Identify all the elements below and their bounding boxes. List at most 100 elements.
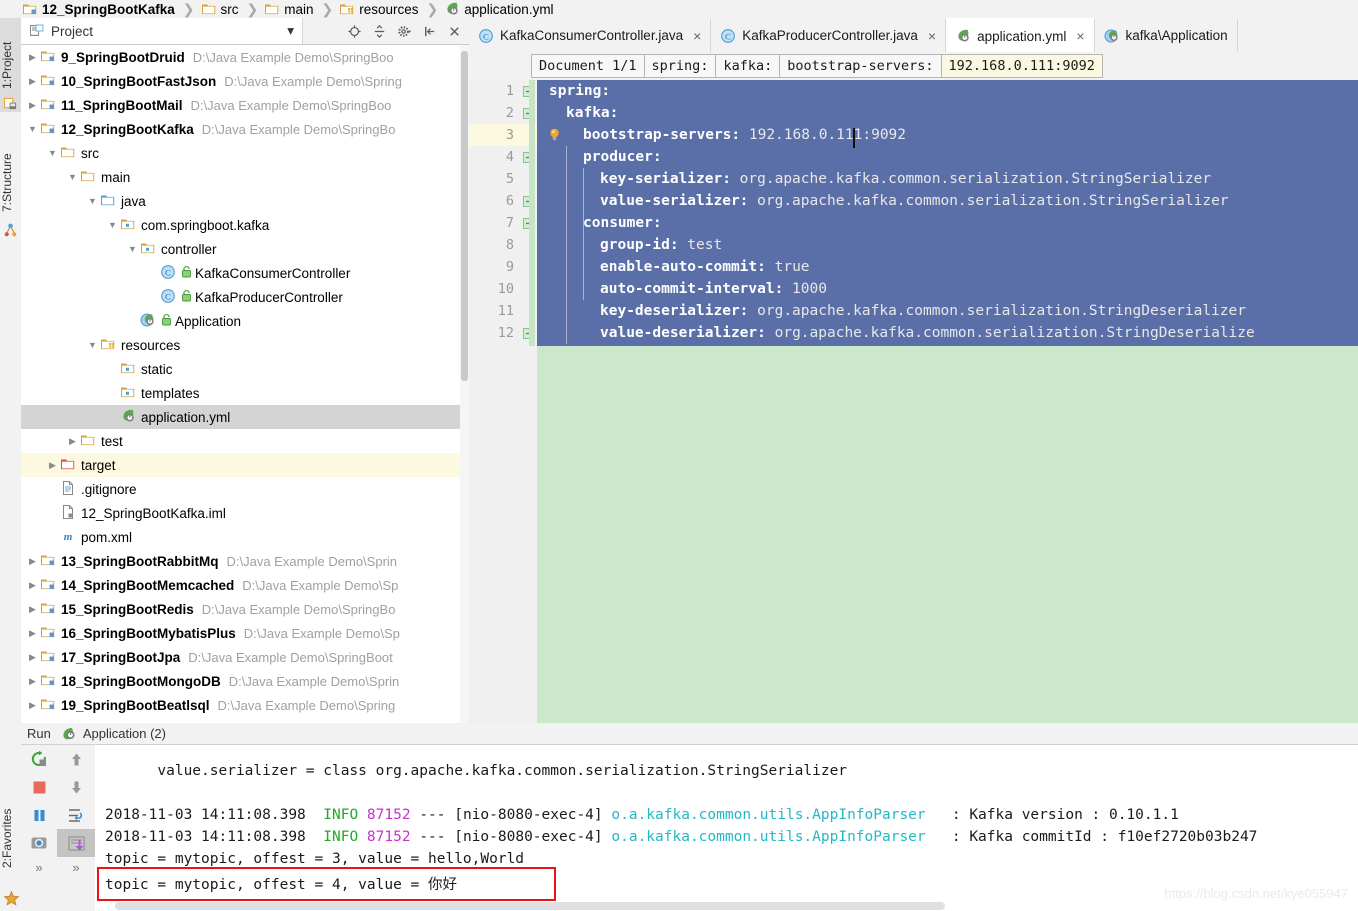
tree-row[interactable]: 12_SpringBootKafka.iml <box>21 501 469 525</box>
editor-tab-3[interactable]: kafka\Application <box>1094 19 1238 52</box>
tree-row[interactable]: ▶ target <box>21 453 469 477</box>
hide-icon[interactable] <box>421 23 437 39</box>
code-line[interactable]: spring: <box>549 80 610 102</box>
tree-row[interactable]: static <box>21 357 469 381</box>
console-hscrollbar-thumb[interactable] <box>115 902 945 910</box>
scroll-down-icon[interactable] <box>57 773 95 801</box>
gutter-line[interactable]: 12 <box>469 322 537 344</box>
tree-row[interactable]: ▼ controller <box>21 237 469 261</box>
pause-icon[interactable] <box>21 801 57 829</box>
project-tree-scrollbar-track[interactable] <box>460 45 469 723</box>
stop-icon[interactable] <box>21 773 57 801</box>
tree-row[interactable]: ▼ java <box>21 189 469 213</box>
gear-icon[interactable] <box>396 23 412 39</box>
code-line[interactable]: key-serializer: org.apache.kafka.common.… <box>600 168 1211 190</box>
tree-twisty-icon[interactable]: ▼ <box>125 244 140 254</box>
breadcrumb-item-1[interactable]: src ❯ <box>201 0 265 18</box>
tree-twisty-icon[interactable]: ▶ <box>25 628 40 639</box>
gutter-line[interactable]: 6 <box>469 190 537 212</box>
gutter-line[interactable]: 2 <box>469 102 537 124</box>
code-content[interactable]: spring: kafka: bootstrap-servers: 192.168.… <box>537 80 1358 723</box>
code-line[interactable]: group-id: test <box>600 234 722 256</box>
code-line[interactable]: kafka: <box>566 102 618 124</box>
tree-twisty-icon[interactable]: ▼ <box>25 124 40 134</box>
tree-row[interactable]: ▼ 12_SpringBootKafka D:\Java Example Demo\… <box>21 117 469 141</box>
tree-row-selected[interactable]: application.yml <box>21 405 469 429</box>
breadcrumb-item-4[interactable]: application.yml <box>444 0 554 18</box>
tree-row[interactable]: templates <box>21 381 469 405</box>
editor-breadcrumb-0[interactable]: Document 1/1 <box>531 54 645 78</box>
gutter-line[interactable]: 11 <box>469 300 537 322</box>
gutter-line[interactable]: 9 <box>469 256 537 278</box>
tree-row[interactable]: Application <box>21 309 469 333</box>
breadcrumb-item-3[interactable]: resources ❯ <box>339 0 444 18</box>
editor-breadcrumb-2[interactable]: kafka: <box>715 54 781 78</box>
tree-twisty-icon[interactable]: ▶ <box>25 52 40 63</box>
close-icon[interactable]: × <box>1076 28 1084 44</box>
project-tree[interactable]: ▶ 9_SpringBootDruid D:\Java Example Demo\S… <box>21 45 469 723</box>
sidebar-item-favorites[interactable]: 2:Favorites <box>0 786 21 891</box>
tree-row[interactable]: .gitignore <box>21 477 469 501</box>
soft-wrap-icon[interactable] <box>57 801 95 829</box>
scroll-up-icon[interactable] <box>57 745 95 773</box>
tree-row[interactable]: ▼ resources <box>21 333 469 357</box>
chevron-down-icon[interactable]: ▾ <box>287 23 294 39</box>
tree-twisty-icon[interactable]: ▶ <box>25 556 40 567</box>
editor-tab-2[interactable]: application.yml × <box>946 18 1095 52</box>
tree-twisty-icon[interactable]: ▼ <box>85 340 100 350</box>
tree-row[interactable]: ▶ 13_SpringBootRabbitMq D:\Java Example De… <box>21 549 469 573</box>
gutter-line[interactable]: 10 <box>469 278 537 300</box>
code-line[interactable]: key-deserializer: org.apache.kafka.commo… <box>600 300 1246 322</box>
tree-row[interactable]: ▶ 18_SpringBootMongoDB D:\Java Example Dem… <box>21 669 469 693</box>
tree-twisty-icon[interactable]: ▶ <box>45 460 60 471</box>
tree-twisty-icon[interactable]: ▶ <box>25 652 40 663</box>
tree-twisty-icon[interactable]: ▶ <box>25 676 40 687</box>
tree-row[interactable]: ▶ 9_SpringBootDruid D:\Java Example Demo\S… <box>21 45 469 69</box>
tree-twisty-icon[interactable]: ▼ <box>105 220 120 230</box>
gutter-line[interactable]: 7 <box>469 212 537 234</box>
tree-row[interactable]: m pom.xml <box>21 525 469 549</box>
gutter-line[interactable]: 4 <box>469 146 537 168</box>
code-line[interactable]: producer: <box>583 146 662 168</box>
locate-icon[interactable] <box>346 23 362 39</box>
sidebar-item-structure[interactable]: 7:Structure <box>0 128 21 238</box>
tree-row[interactable]: ▶ 19_SpringBootBeatlsql D:\Java Example De… <box>21 693 469 717</box>
console-hscrollbar-track[interactable] <box>115 901 1358 911</box>
tree-twisty-icon[interactable]: ▶ <box>25 580 40 591</box>
gutter-line[interactable]: 3 <box>469 124 537 146</box>
tree-row[interactable]: ▶ 10_SpringBootFastJson D:\Java Example De… <box>21 69 469 93</box>
rerun-icon[interactable] <box>21 745 57 773</box>
tree-row[interactable]: C KafkaConsumerController <box>21 261 469 285</box>
code-editor[interactable]: 1 2 3 4 5 6 7 8 9 10 11 12 spring: kafka: bootst… <box>469 80 1358 723</box>
expand-more-icon[interactable]: » <box>21 857 57 877</box>
tree-twisty-icon[interactable]: ▶ <box>25 604 40 615</box>
tree-twisty-icon[interactable]: ▶ <box>65 436 80 447</box>
tree-row[interactable]: ▼ src <box>21 141 469 165</box>
tree-row[interactable]: ▶ 16_SpringBootMybatisPlus D:\Java Example… <box>21 621 469 645</box>
tree-row[interactable]: ▶ 17_SpringBootJpa D:\Java Example Demo\Sp… <box>21 645 469 669</box>
gutter-line[interactable]: 5 <box>469 168 537 190</box>
expand-more-icon[interactable]: » <box>57 857 95 877</box>
code-line[interactable]: enable-auto-commit: true <box>600 256 810 278</box>
code-line[interactable]: consumer: <box>583 212 662 234</box>
close-icon[interactable]: × <box>928 28 936 44</box>
breadcrumb-item-0[interactable]: 12_SpringBootKafka ❯ <box>22 0 201 18</box>
code-line[interactable]: value-deserializer: org.apache.kafka.com… <box>600 322 1255 344</box>
editor-tab-1[interactable]: C KafkaProducerController.java × <box>711 19 947 52</box>
gutter-line[interactable]: 1 <box>469 80 537 102</box>
close-icon[interactable] <box>446 23 462 39</box>
editor-tab-0[interactable]: C KafkaConsumerController.java × <box>469 19 712 52</box>
tree-twisty-icon[interactable]: ▶ <box>25 100 40 111</box>
editor-gutter[interactable]: 1 2 3 4 5 6 7 8 9 10 11 12 <box>469 80 537 723</box>
code-line[interactable]: bootstrap-servers: 192.168.0.111:9092 <box>583 124 906 146</box>
breadcrumb-item-2[interactable]: main ❯ <box>264 0 339 18</box>
gutter-line[interactable]: 8 <box>469 234 537 256</box>
tree-row[interactable]: ▶ 11_SpringBootMail D:\Java Example Demo\S… <box>21 93 469 117</box>
tree-row[interactable]: ▼ main <box>21 165 469 189</box>
tree-row[interactable]: ▶ 15_SpringBootRedis D:\Java Example Demo\… <box>21 597 469 621</box>
close-icon[interactable]: × <box>693 28 701 44</box>
tree-twisty-icon[interactable]: ▼ <box>65 172 80 182</box>
code-line[interactable]: value-serializer: org.apache.kafka.commo… <box>600 190 1229 212</box>
intention-bulb-icon[interactable] <box>547 127 562 142</box>
tree-twisty-icon[interactable]: ▼ <box>45 148 60 158</box>
